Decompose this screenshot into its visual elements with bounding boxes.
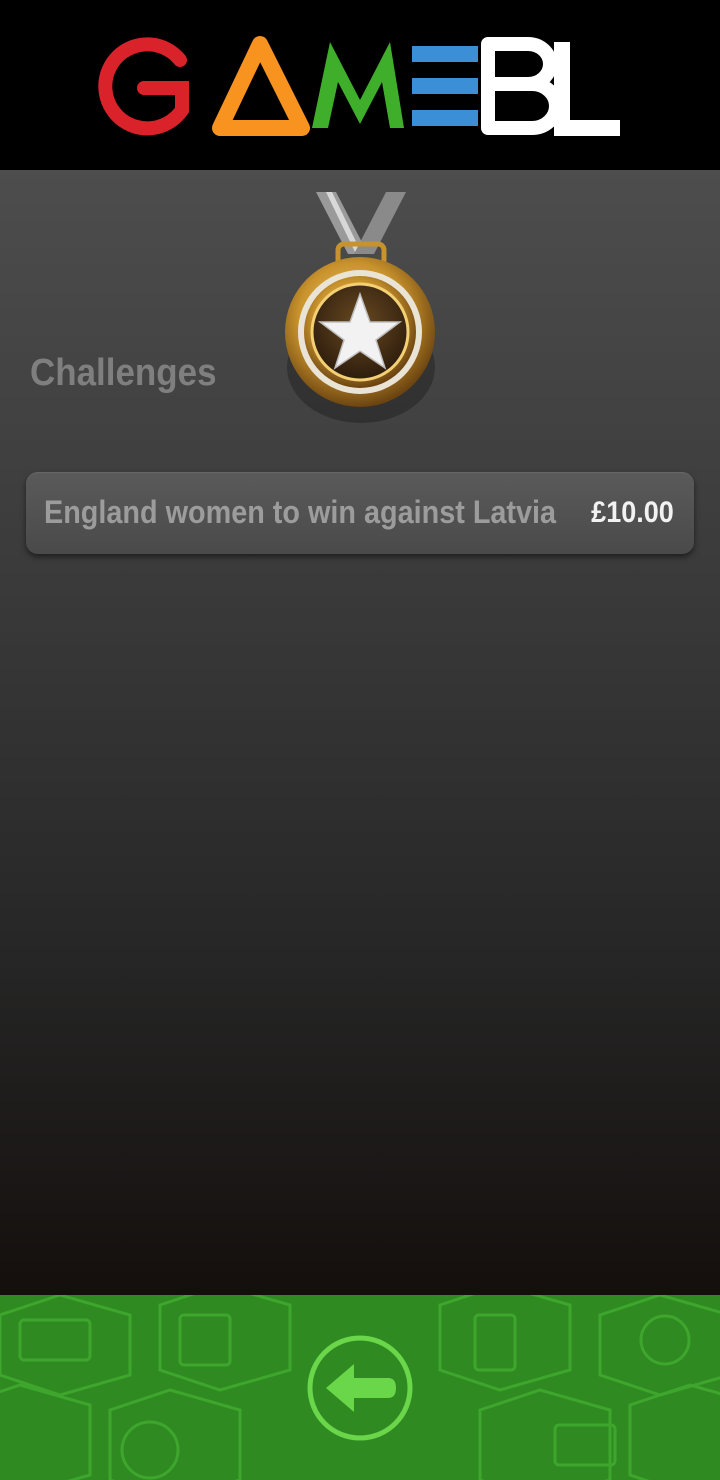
challenge-label: England women to win against Latvia xyxy=(44,494,557,530)
medal-star-icon xyxy=(285,192,435,423)
back-button[interactable] xyxy=(306,1334,414,1442)
section-title: Challenges xyxy=(30,352,217,394)
footer-bar xyxy=(0,1295,720,1480)
logo-graphic xyxy=(98,36,620,136)
gamebl-logo xyxy=(90,30,630,140)
app-header xyxy=(0,0,720,170)
challenges-screen: Challenges England women to win against … xyxy=(0,170,720,1295)
challenge-amount: £10.00 xyxy=(591,496,674,529)
challenge-item[interactable]: England women to win against Latvia £10.… xyxy=(26,472,694,554)
